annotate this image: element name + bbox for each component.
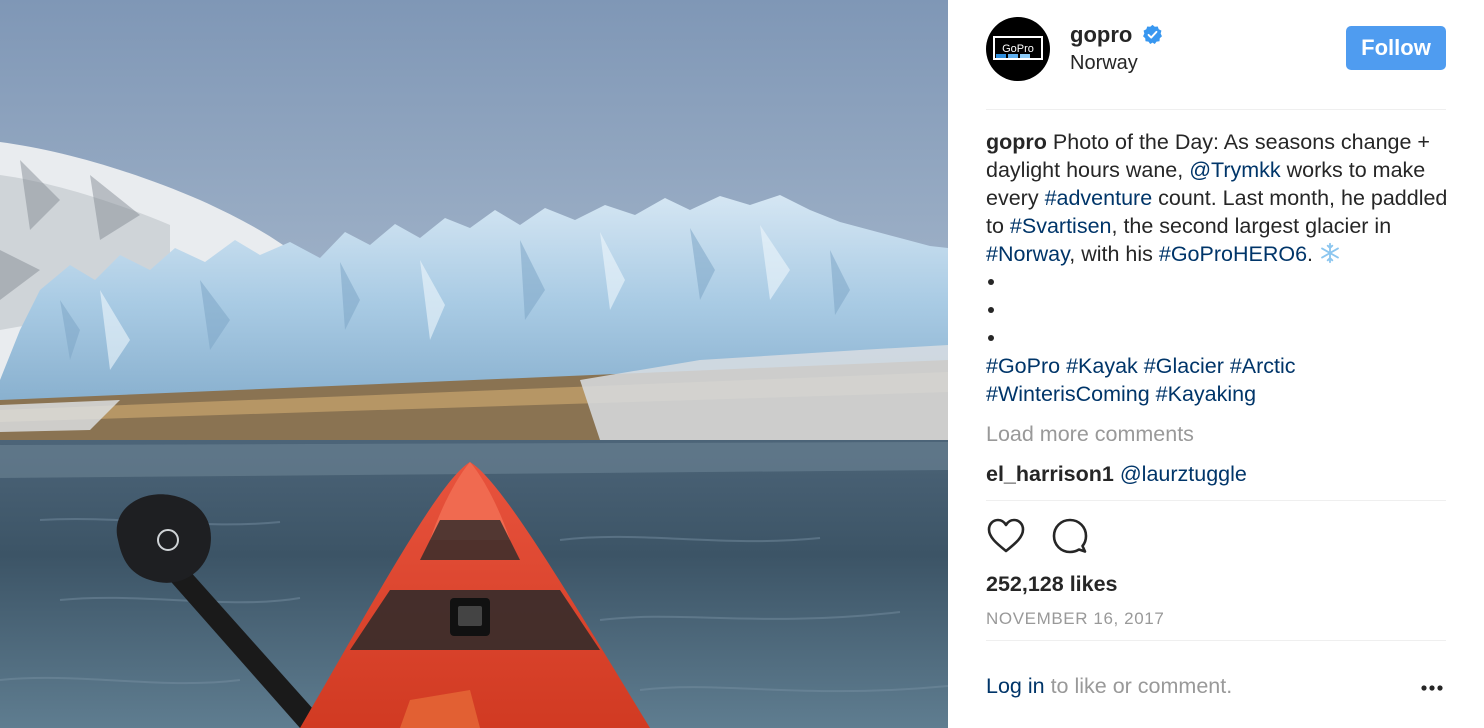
post-date[interactable]: NOVEMBER 16, 2017 bbox=[986, 608, 1164, 630]
hashtag-adventure[interactable]: #adventure bbox=[1045, 186, 1153, 210]
hashtag-list: #GoPro #Kayak #Glacier #Arctic #Winteris… bbox=[986, 352, 1451, 408]
comment-username[interactable]: el_harrison1 bbox=[986, 462, 1114, 486]
instagram-post-view: GoPro gopro Norway Follow gopro Photo of… bbox=[0, 0, 1484, 728]
hashtag-goprohero6[interactable]: #GoProHERO6 bbox=[1159, 242, 1307, 266]
caption: gopro Photo of the Day: As seasons chang… bbox=[986, 128, 1451, 408]
login-prompt-text: to like or comment. bbox=[1044, 674, 1233, 698]
hashtag-gopro[interactable]: #GoPro bbox=[986, 354, 1060, 378]
hashtag-svartisen[interactable]: #Svartisen bbox=[1010, 214, 1112, 238]
avatar-logo-text: GoPro bbox=[1002, 43, 1034, 55]
likes-count[interactable]: 252,128 likes bbox=[986, 570, 1118, 598]
post-details-panel: GoPro gopro Norway Follow gopro Photo of… bbox=[948, 0, 1484, 728]
caption-bullet bbox=[986, 268, 1451, 296]
login-link[interactable]: Log in bbox=[986, 674, 1045, 698]
caption-username[interactable]: gopro bbox=[986, 130, 1047, 154]
hashtag-arctic[interactable]: #Arctic bbox=[1230, 354, 1296, 378]
heart-icon[interactable] bbox=[986, 515, 1026, 559]
login-prompt: Log in to like or comment. bbox=[986, 672, 1232, 700]
glacier-kayak-image bbox=[0, 0, 948, 728]
snowflake-emoji bbox=[1321, 242, 1339, 264]
hashtag-kayaking[interactable]: #Kayaking bbox=[1156, 382, 1256, 406]
divider bbox=[986, 500, 1446, 501]
more-options-icon[interactable] bbox=[1418, 674, 1446, 698]
caption-text-4: , the second largest glacier in bbox=[1111, 214, 1392, 238]
hashtag-norway[interactable]: #Norway bbox=[986, 242, 1069, 266]
mention-trymkk[interactable]: @Trymkk bbox=[1189, 158, 1280, 182]
post-header: GoPro gopro Norway Follow bbox=[986, 14, 1446, 110]
comments-section: gopro Photo of the Day: As seasons chang… bbox=[986, 128, 1451, 500]
caption-text-5: , with his bbox=[1069, 242, 1159, 266]
avatar[interactable]: GoPro bbox=[986, 17, 1050, 81]
divider bbox=[986, 640, 1446, 641]
verified-badge-icon bbox=[1143, 24, 1162, 44]
hashtag-kayak[interactable]: #Kayak bbox=[1066, 354, 1138, 378]
post-username[interactable]: gopro bbox=[1070, 22, 1132, 48]
load-more-comments-link[interactable]: Load more comments bbox=[986, 420, 1451, 448]
comment-icon[interactable] bbox=[1050, 515, 1090, 559]
post-photo[interactable] bbox=[0, 0, 948, 728]
post-location[interactable]: Norway bbox=[1070, 51, 1138, 75]
comment-item-partial: el_harrison1 @laurztuggle bbox=[986, 460, 1451, 488]
caption-bullet bbox=[986, 296, 1451, 324]
hashtag-winteriscoming[interactable]: #WinterisComing bbox=[986, 382, 1150, 406]
caption-text-6: . bbox=[1307, 242, 1319, 266]
gopro-logo-icon: GoPro bbox=[993, 36, 1043, 60]
hashtag-glacier[interactable]: #Glacier bbox=[1144, 354, 1224, 378]
caption-bullet bbox=[986, 324, 1451, 352]
comment-mention[interactable]: @laurztuggle bbox=[1120, 462, 1247, 486]
follow-button[interactable]: Follow bbox=[1346, 26, 1446, 70]
